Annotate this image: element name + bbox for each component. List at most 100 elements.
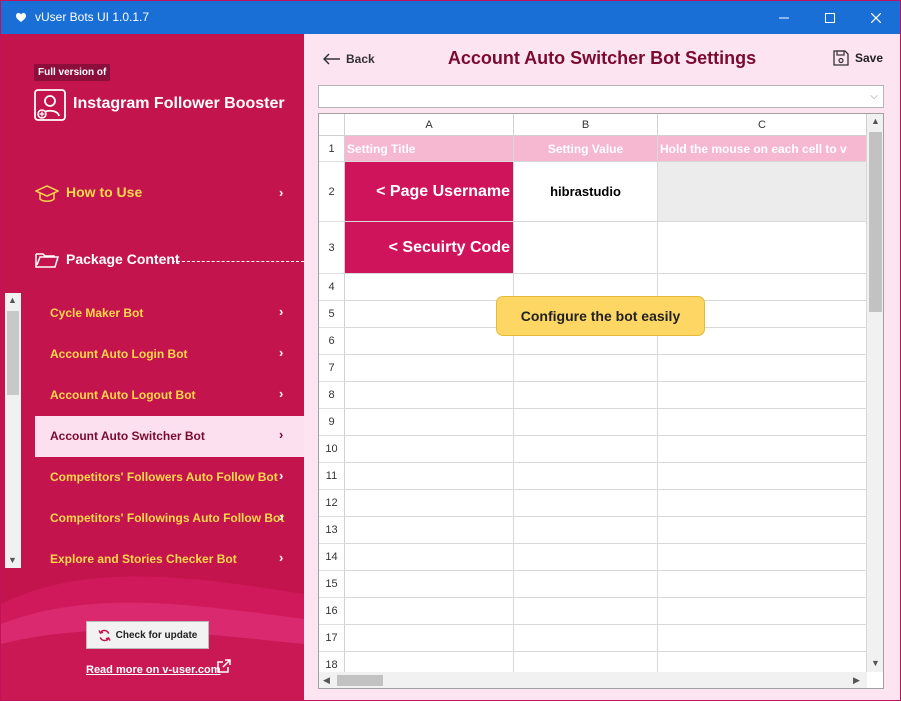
empty-cell[interactable] bbox=[514, 355, 658, 382]
scroll-right-icon[interactable]: ▶ bbox=[853, 675, 860, 686]
chevron-right-icon: › bbox=[279, 468, 284, 483]
check-update-button[interactable]: Check for update bbox=[86, 621, 209, 649]
empty-cell[interactable] bbox=[658, 517, 867, 544]
menu-item-competitors-followers-bot[interactable]: Competitors' Followers Auto Follow Bot › bbox=[35, 457, 304, 498]
empty-cell[interactable] bbox=[514, 409, 658, 436]
hint-cell[interactable] bbox=[658, 162, 867, 222]
empty-cell[interactable] bbox=[345, 544, 514, 571]
scrollbar-thumb[interactable] bbox=[7, 311, 19, 395]
empty-cell[interactable] bbox=[658, 409, 867, 436]
row-header[interactable]: 3 bbox=[319, 222, 345, 274]
row-header[interactable]: 9 bbox=[319, 409, 345, 436]
close-icon bbox=[871, 12, 881, 23]
menu-item-label: Competitors' Followers Auto Follow Bot bbox=[50, 470, 278, 484]
empty-cell[interactable] bbox=[658, 436, 867, 463]
empty-cell[interactable] bbox=[514, 625, 658, 652]
empty-cell[interactable] bbox=[345, 382, 514, 409]
empty-cell[interactable] bbox=[345, 274, 514, 301]
header-cell-setting-title[interactable]: Setting Title bbox=[345, 136, 514, 162]
empty-cell[interactable] bbox=[514, 490, 658, 517]
row-header[interactable]: 17 bbox=[319, 625, 345, 652]
empty-cell[interactable] bbox=[514, 436, 658, 463]
empty-cell[interactable] bbox=[658, 544, 867, 571]
empty-cell[interactable] bbox=[658, 490, 867, 517]
row-header[interactable]: 15 bbox=[319, 571, 345, 598]
empty-cell[interactable] bbox=[345, 436, 514, 463]
empty-cell[interactable] bbox=[345, 355, 514, 382]
menu-item-competitors-followings-bot[interactable]: Competitors' Followings Auto Follow Bot … bbox=[35, 498, 304, 539]
header-cell-setting-value[interactable]: Setting Value bbox=[514, 136, 658, 162]
chevron-right-icon: › bbox=[279, 427, 284, 442]
settings-dropdown[interactable]: ⌵ bbox=[318, 85, 884, 108]
minimize-button[interactable] bbox=[761, 1, 807, 34]
empty-cell[interactable] bbox=[514, 517, 658, 544]
empty-cell[interactable] bbox=[345, 463, 514, 490]
row-header[interactable]: 4 bbox=[319, 274, 345, 301]
empty-cell[interactable] bbox=[658, 382, 867, 409]
hint-cell[interactable] bbox=[658, 222, 867, 274]
column-header-a[interactable]: A bbox=[345, 114, 514, 136]
save-button[interactable]: Save bbox=[833, 48, 883, 68]
empty-cell[interactable] bbox=[514, 598, 658, 625]
empty-cell[interactable] bbox=[658, 571, 867, 598]
empty-cell[interactable] bbox=[514, 571, 658, 598]
row-header[interactable]: 2 bbox=[319, 162, 345, 222]
setting-title-cell[interactable]: < Page Username bbox=[345, 162, 514, 222]
maximize-icon bbox=[825, 12, 835, 23]
setting-value-cell[interactable]: hibrastudio bbox=[514, 162, 658, 222]
how-to-use-link[interactable]: How to Use › bbox=[35, 184, 295, 204]
empty-cell[interactable] bbox=[345, 328, 514, 355]
empty-cell[interactable] bbox=[514, 463, 658, 490]
sidebar-scrollbar[interactable]: ▲ ▼ bbox=[5, 293, 21, 568]
row-header[interactable]: 16 bbox=[319, 598, 345, 625]
scroll-down-icon[interactable]: ▼ bbox=[8, 555, 17, 565]
empty-cell[interactable] bbox=[345, 625, 514, 652]
row-header[interactable]: 6 bbox=[319, 328, 345, 355]
scroll-up-icon[interactable]: ▲ bbox=[8, 295, 17, 305]
row-header[interactable]: 12 bbox=[319, 490, 345, 517]
menu-item-explore-stories-checker-bot[interactable]: Explore and Stories Checker Bot › bbox=[35, 539, 304, 580]
empty-cell[interactable] bbox=[345, 490, 514, 517]
empty-cell[interactable] bbox=[658, 625, 867, 652]
empty-cell[interactable] bbox=[514, 382, 658, 409]
setting-value-cell[interactable] bbox=[514, 222, 658, 274]
scroll-down-icon[interactable]: ▼ bbox=[871, 658, 880, 668]
row-header[interactable]: 14 bbox=[319, 544, 345, 571]
sheet-vertical-scrollbar[interactable]: ▲ ▼ bbox=[867, 114, 883, 672]
empty-cell[interactable] bbox=[514, 544, 658, 571]
menu-item-account-auto-login-bot[interactable]: Account Auto Login Bot › bbox=[35, 334, 304, 375]
empty-cell[interactable] bbox=[658, 355, 867, 382]
scroll-left-icon[interactable]: ◀ bbox=[323, 675, 330, 686]
sheet-horizontal-scrollbar[interactable]: ◀ ▶ bbox=[319, 672, 867, 688]
row-header[interactable]: 10 bbox=[319, 436, 345, 463]
column-header-b[interactable]: B bbox=[514, 114, 658, 136]
row-header[interactable]: 13 bbox=[319, 517, 345, 544]
row-header[interactable]: 11 bbox=[319, 463, 345, 490]
read-more-link[interactable]: Read more on v-user.com bbox=[86, 659, 246, 678]
empty-cell[interactable] bbox=[345, 517, 514, 544]
header-cell-hint[interactable]: Hold the mouse on each cell to v bbox=[658, 136, 867, 162]
corner-cell bbox=[319, 114, 345, 136]
menu-item-account-auto-switcher-bot[interactable]: Account Auto Switcher Bot › bbox=[35, 416, 304, 457]
menu-item-account-auto-logout-bot[interactable]: Account Auto Logout Bot › bbox=[35, 375, 304, 416]
empty-cell[interactable] bbox=[345, 409, 514, 436]
scrollbar-thumb[interactable] bbox=[337, 675, 383, 686]
maximize-button[interactable] bbox=[807, 1, 853, 34]
menu-item-cycle-maker-bot[interactable]: Cycle Maker Bot › bbox=[35, 293, 304, 334]
empty-cell[interactable] bbox=[658, 463, 867, 490]
scrollbar-thumb[interactable] bbox=[869, 132, 882, 312]
scroll-up-icon[interactable]: ▲ bbox=[871, 116, 880, 126]
setting-title-cell[interactable]: < Secuirty Code bbox=[345, 222, 514, 274]
close-button[interactable] bbox=[853, 1, 899, 34]
row-header[interactable]: 7 bbox=[319, 355, 345, 382]
row-header[interactable]: 1 bbox=[319, 136, 345, 162]
empty-cell[interactable] bbox=[345, 598, 514, 625]
row-header[interactable]: 8 bbox=[319, 382, 345, 409]
row-header[interactable]: 5 bbox=[319, 301, 345, 328]
column-header-c[interactable]: C bbox=[658, 114, 867, 136]
settings-spreadsheet[interactable]: A B C 1 2 3 4 5 6 7 8 9 10 11 12 13 14 1… bbox=[318, 113, 884, 689]
save-icon bbox=[833, 50, 849, 66]
empty-cell[interactable] bbox=[345, 571, 514, 598]
empty-cell[interactable] bbox=[345, 301, 514, 328]
empty-cell[interactable] bbox=[658, 598, 867, 625]
